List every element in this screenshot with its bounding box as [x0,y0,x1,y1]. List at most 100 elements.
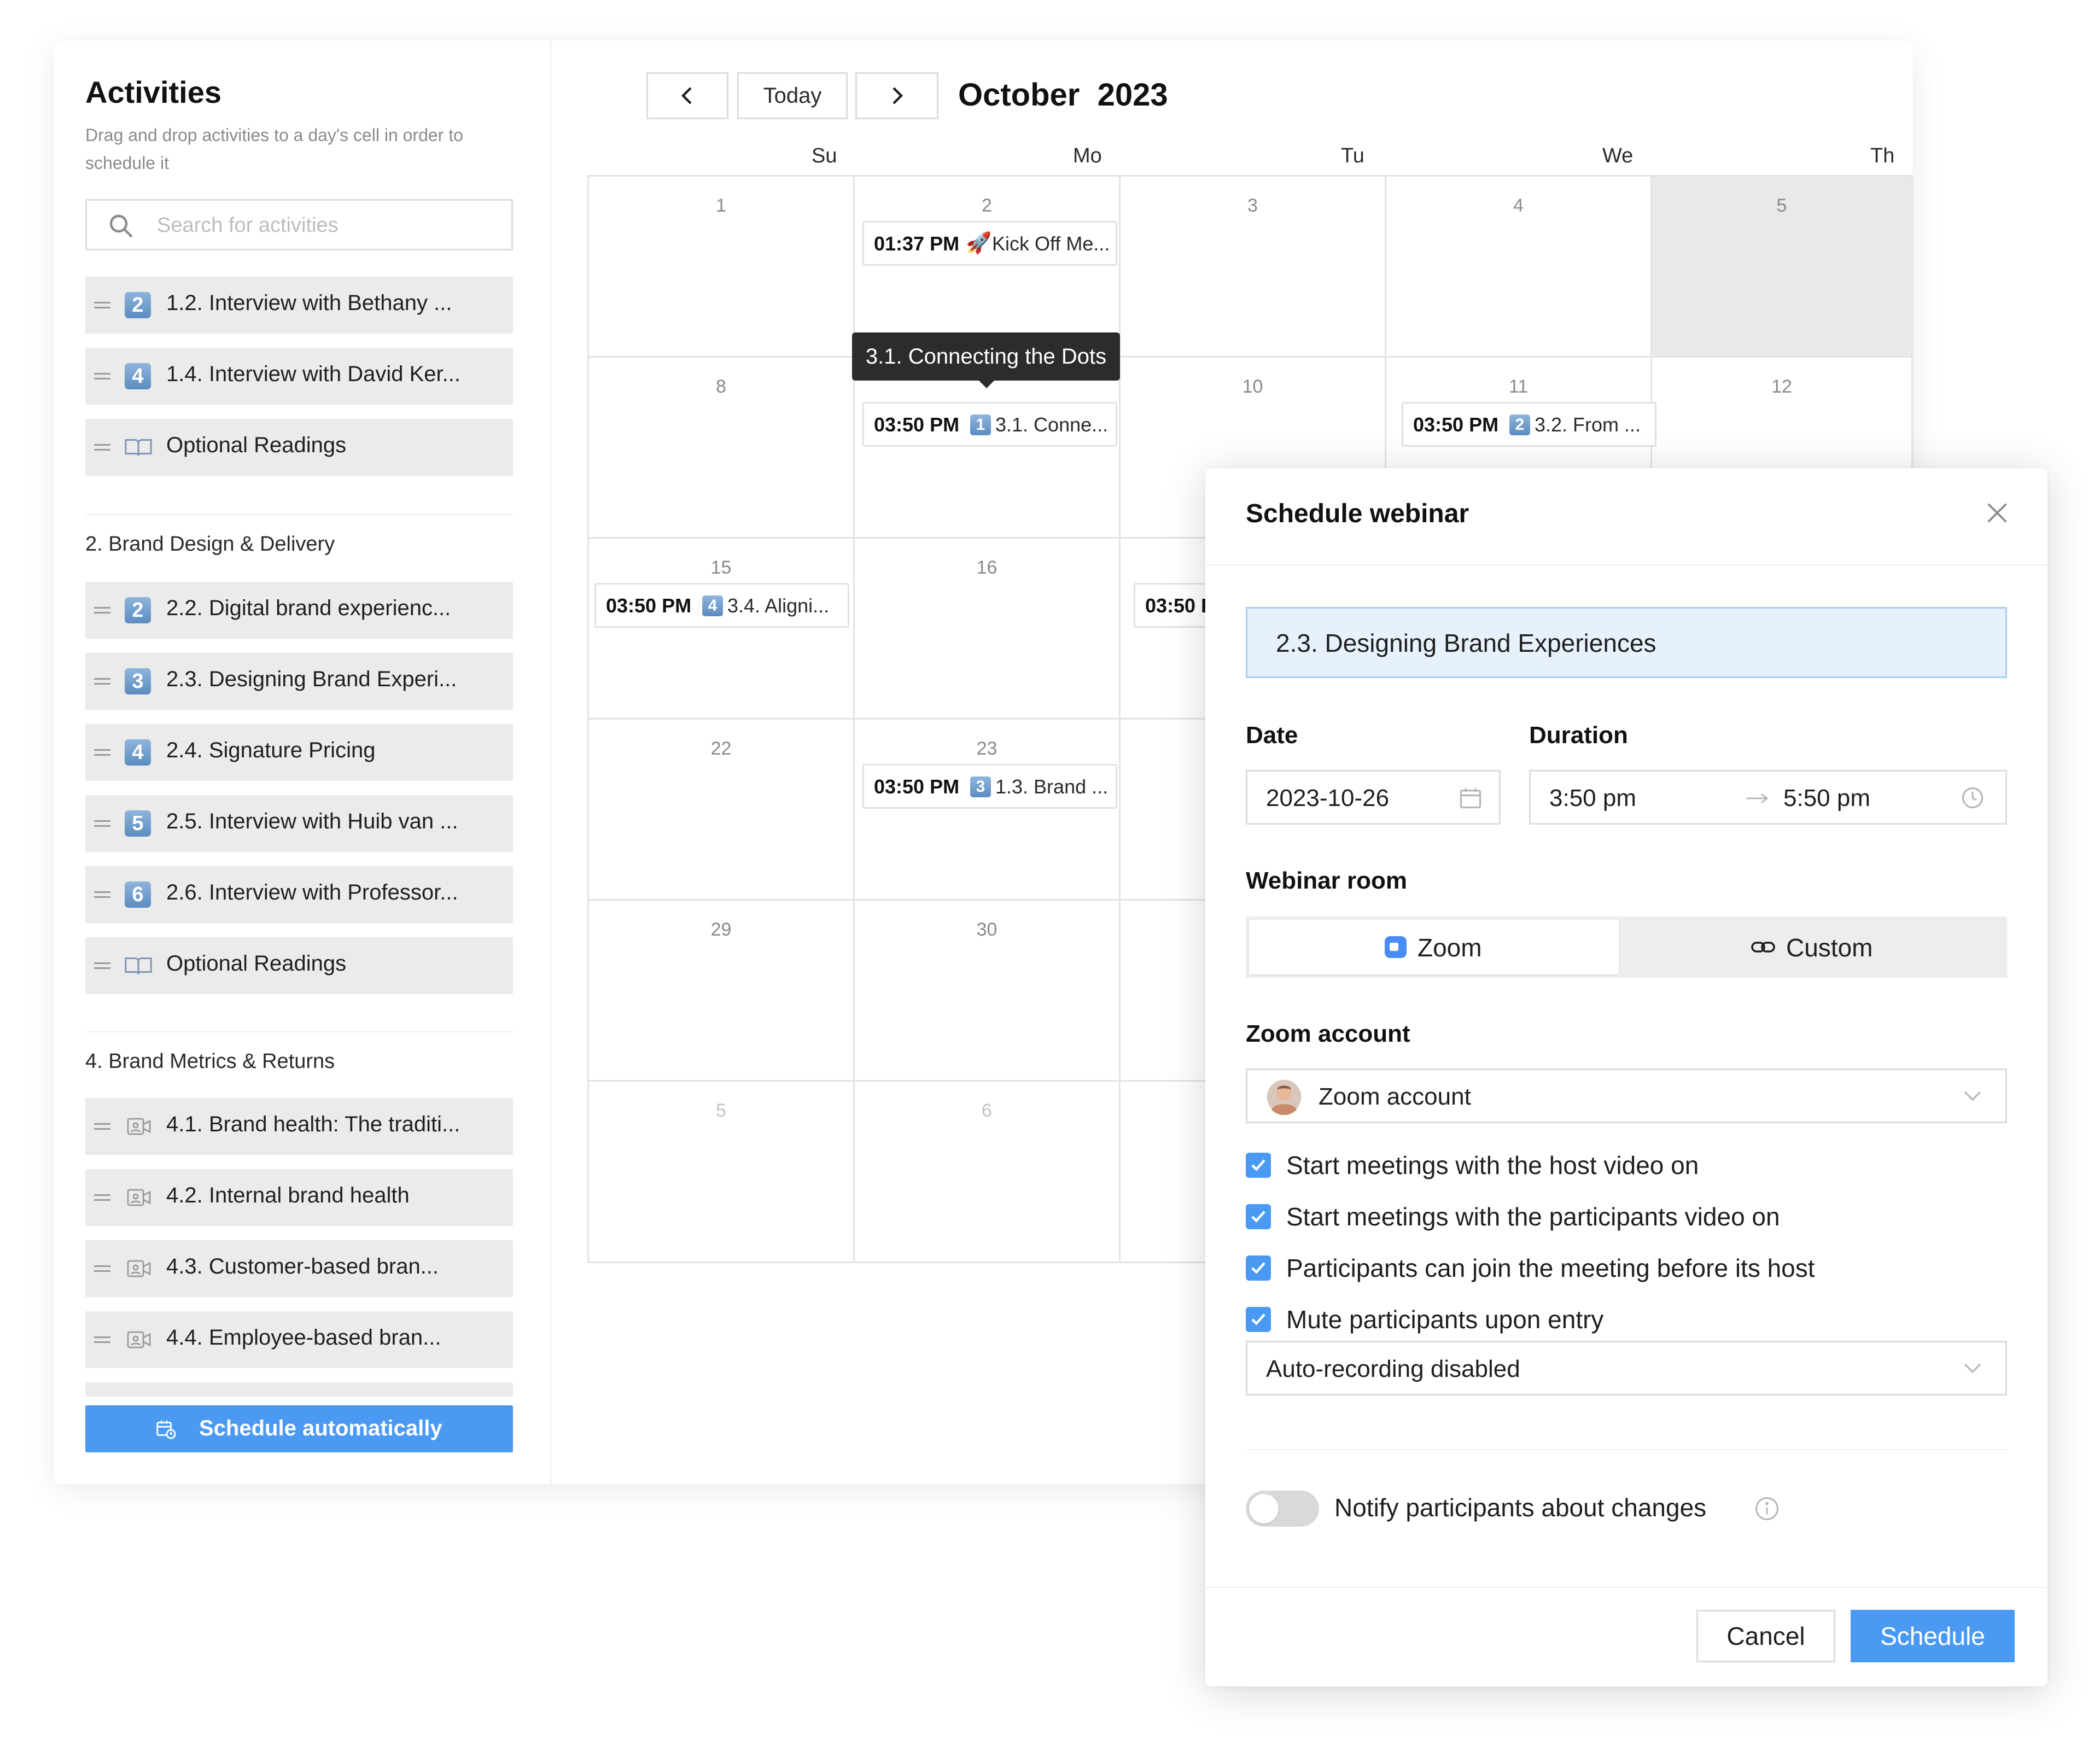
search-input[interactable]: Search for activities [85,199,513,250]
day-cell[interactable]: 22 [589,720,855,901]
calendar-event[interactable]: 03:50 PM 1 3.1. Conne... [862,402,1117,447]
room-option-custom[interactable]: Custom [1619,920,2004,974]
number-badge: 5 [125,810,151,837]
rocket-icon: 🚀 [966,232,992,255]
checkbox-mute-on-entry[interactable] [1246,1307,1271,1332]
drag-handle-icon[interactable] [94,444,110,451]
activity-item-partial[interactable] [85,1382,513,1397]
drag-handle-icon[interactable] [94,1123,110,1130]
notify-toggle[interactable] [1246,1491,1319,1527]
day-number: 10 [1242,376,1263,397]
day-number: 16 [976,557,998,578]
zoom-account-select[interactable]: Zoom account [1246,1068,2007,1123]
activity-item[interactable]: 3 2.3. Designing Brand Experi... [85,653,513,710]
today-button[interactable]: Today [737,72,848,119]
link-icon [1751,942,1775,953]
prev-month-button[interactable] [646,72,728,119]
number-badge: 6 [125,881,151,908]
book-icon [125,439,152,456]
calendar-clock-icon [156,1420,176,1439]
time-range-picker[interactable]: 3:50 pm 5:50 pm [1529,770,2007,825]
day-cell[interactable]: 15 [589,539,855,720]
close-icon[interactable] [1982,498,2012,528]
check-icon [1251,1211,1265,1223]
activity-item[interactable]: 4 1.4. Interview with David Ker... [85,348,513,405]
calendar-event[interactable]: 03:50 PM 4 3.4. Aligni... [594,583,849,628]
activity-item[interactable]: 5 2.5. Interview with Huib van ... [85,795,513,852]
day-number: 4 [1513,195,1524,216]
checkbox-participants-video[interactable] [1246,1204,1271,1229]
activity-item[interactable]: 4 2.4. Signature Pricing [85,724,513,781]
activity-item[interactable]: 2 1.2. Interview with Bethany ... [85,277,513,334]
modal-title: Schedule webinar [1246,499,1469,528]
schedule-automatically-label: Schedule automatically [199,1416,442,1440]
drag-handle-icon[interactable] [94,962,110,969]
drag-handle-icon[interactable] [94,607,110,614]
day-cell[interactable]: 6 [855,1082,1121,1263]
sidebar-subtitle: Drag and drop activities to a day's cell… [85,125,463,173]
calendar-icon [1460,788,1481,809]
checkbox-host-video[interactable] [1246,1153,1271,1178]
day-number: 2 [982,195,992,216]
drag-handle-icon[interactable] [94,891,110,898]
date-label: Date [1246,722,1298,749]
drag-handle-icon[interactable] [94,749,110,756]
day-cell[interactable]: 2 [855,177,1121,358]
schedule-button[interactable]: Schedule [1851,1610,2015,1662]
divider [1205,564,2048,565]
day-cell[interactable]: 23 [855,720,1121,901]
day-cell[interactable]: 4 [1386,177,1652,358]
drag-handle-icon[interactable] [94,302,110,308]
checkbox-label: Start meetings with the host video on [1286,1151,1699,1179]
day-cell[interactable]: 30 [855,901,1121,1082]
section-heading: 4. Brand Metrics & Returns [85,1050,335,1073]
number-badge: 2 [125,597,151,623]
checkbox-label: Participants can join the meeting before… [1286,1254,1815,1282]
day-cell[interactable]: 8 [589,358,855,539]
activity-item[interactable]: Optional Readings [85,419,513,476]
activity-item[interactable]: 4.4. Employee-based bran... [85,1311,513,1368]
calendar-event[interactable]: 01:37 PM 🚀 Kick Off Me... [862,221,1117,266]
video-icon [127,1331,151,1348]
check-icon [1251,1159,1265,1171]
day-cell[interactable]: 3 [1121,177,1386,358]
room-option-zoom[interactable]: Zoom [1249,920,1619,974]
month-title: October 2023 [958,77,1168,113]
activity-item[interactable]: 4.1. Brand health: The traditi... [85,1098,513,1155]
activity-item[interactable]: 6 2.6. Interview with Professor... [85,866,513,923]
check-icon [1251,1313,1265,1325]
clock-icon [1962,787,1984,809]
day-cell-today[interactable]: 5 [1652,177,1913,358]
drag-handle-icon[interactable] [94,1194,110,1201]
start-time[interactable]: 3:50 pm [1549,785,1636,812]
calendar-event[interactable]: 03:50 PM 2 3.2. From ... [1402,402,1656,447]
next-month-button[interactable] [855,72,938,119]
activity-name-field[interactable]: 2.3. Designing Brand Experiences [1246,607,2007,678]
drag-handle-icon[interactable] [94,1336,110,1343]
date-picker[interactable]: 2023-10-26 [1246,770,1501,825]
activity-item[interactable]: 4.2. Internal brand health [85,1169,513,1226]
calendar-event[interactable]: 03:50 PM 3 1.3. Brand ... [862,764,1117,809]
checkbox-join-before-host[interactable] [1246,1255,1271,1281]
end-time[interactable]: 5:50 pm [1783,785,1870,812]
activity-item[interactable]: Optional Readings [85,937,513,994]
day-cell[interactable]: 5 [589,1082,855,1263]
activity-item[interactable]: 4.3. Customer-based bran... [85,1240,513,1297]
drag-handle-icon[interactable] [94,820,110,827]
zoom-account-label: Zoom account [1246,1020,1410,1047]
day-cell[interactable]: 29 [589,901,855,1082]
activity-name-value: 2.3. Designing Brand Experiences [1276,629,1656,657]
drag-handle-icon[interactable] [94,1265,110,1272]
info-icon[interactable] [1754,1496,1780,1521]
day-cell[interactable]: 1 [589,177,855,358]
activity-item[interactable]: 2 2.2. Digital brand experienc... [85,582,513,639]
drag-handle-icon[interactable] [94,373,110,379]
day-cell[interactable]: 16 [855,539,1121,720]
schedule-automatically-button[interactable]: Schedule automatically [85,1405,513,1452]
auto-recording-select[interactable]: Auto-recording disabled [1246,1341,2007,1395]
cancel-button[interactable]: Cancel [1696,1610,1835,1662]
activity-label: 2.2. Digital brand experienc... [166,596,451,620]
day-number: 11 [1508,376,1529,397]
search-icon [109,214,133,238]
drag-handle-icon[interactable] [94,678,110,685]
